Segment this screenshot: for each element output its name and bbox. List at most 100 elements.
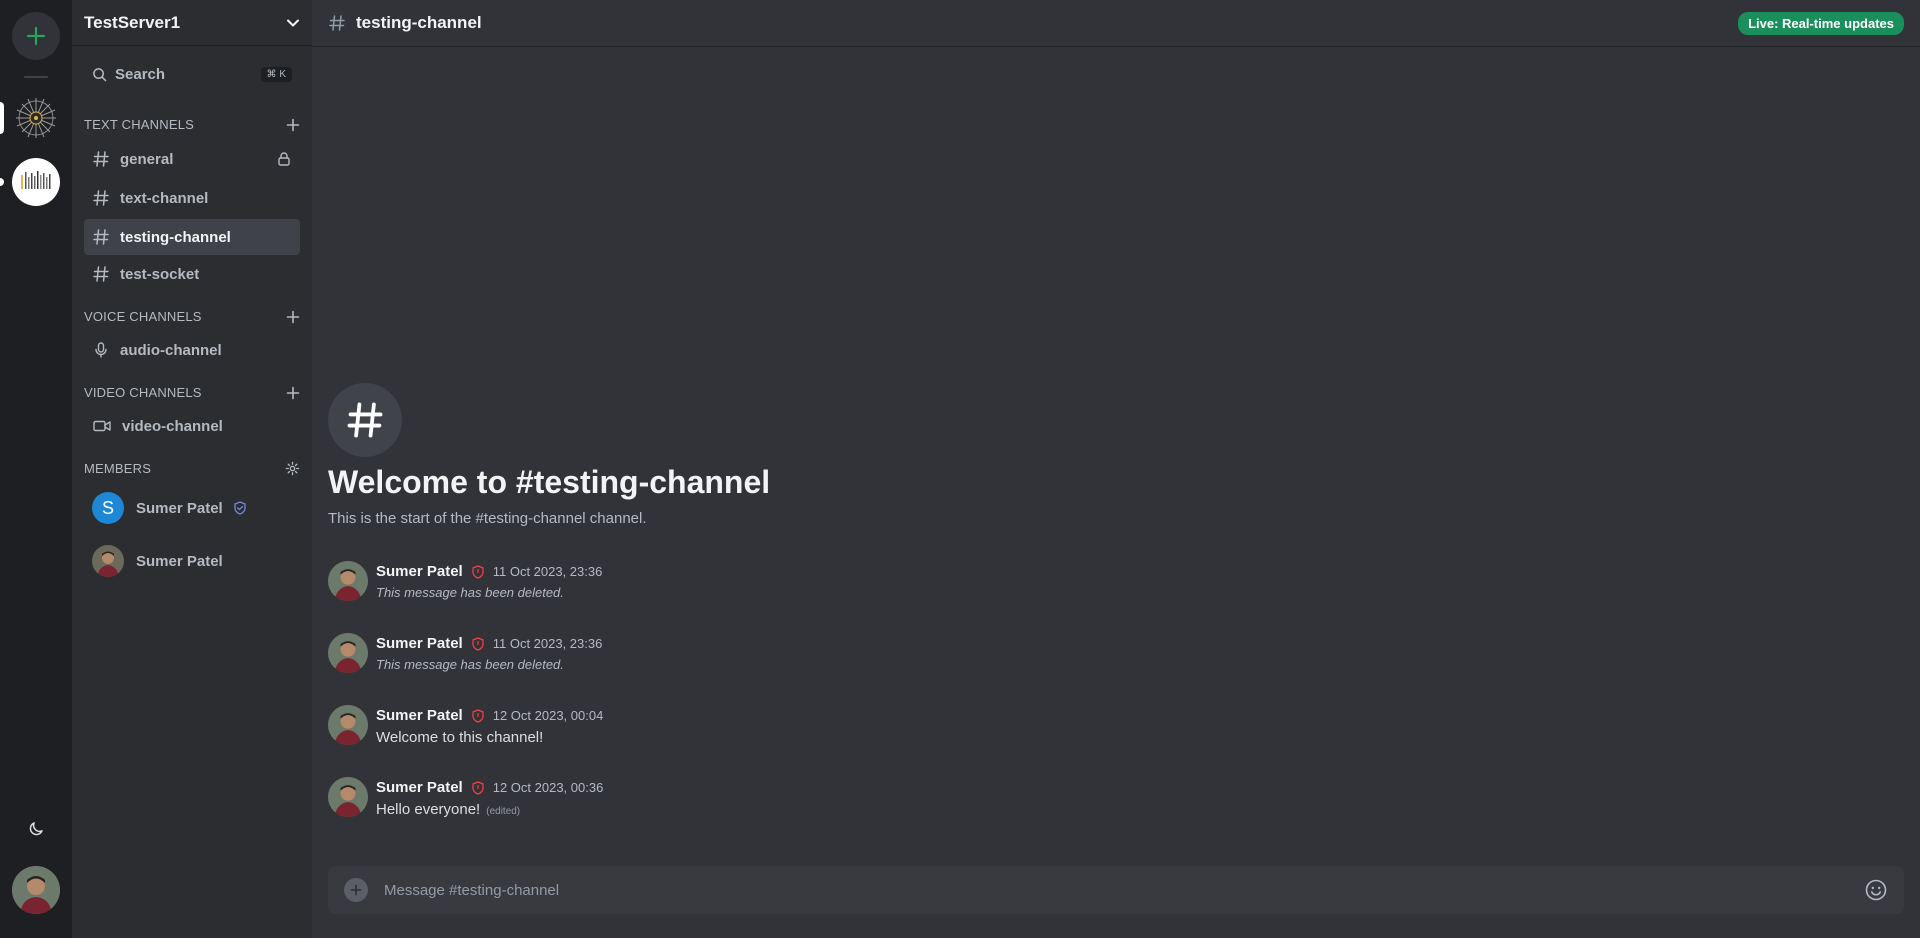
- search-button[interactable]: Search ⌘ K: [84, 60, 300, 88]
- avatar-initial: S: [101, 497, 114, 518]
- message-author[interactable]: Sumer Patel: [376, 563, 463, 580]
- hashtag-icon: [329, 15, 345, 31]
- edited-label: (edited): [486, 806, 521, 817]
- unread-server-indicator: [0, 178, 4, 186]
- channel-item-audio-channel[interactable]: audio-channel: [84, 332, 300, 368]
- avatar[interactable]: [328, 561, 368, 601]
- admin-shield-icon: [472, 708, 484, 723]
- message-content: This message has been deleted.: [376, 657, 564, 672]
- member-item[interactable]: Sumer Patel: [92, 541, 300, 581]
- channel-item-general[interactable]: general: [84, 141, 300, 177]
- voice-channels-header: VOICE CHANNELS: [84, 309, 300, 324]
- server-header[interactable]: TestServer1: [72, 0, 312, 46]
- admin-shield-icon: [472, 780, 484, 795]
- avatar[interactable]: [328, 705, 368, 745]
- message-content: Hello everyone!: [376, 801, 481, 818]
- selected-server-indicator: [0, 102, 4, 134]
- welcome-subtitle: This is the start of the #testing-channe…: [328, 510, 647, 527]
- message-timestamp: 12 Oct 2023, 00:04: [492, 708, 604, 723]
- add-server-button[interactable]: [12, 12, 60, 60]
- hashtag-icon: [93, 229, 109, 245]
- search-shortcut: ⌘ K: [260, 66, 292, 82]
- message-timestamp: 11 Oct 2023, 23:36: [492, 636, 603, 651]
- hashtag-icon: [347, 402, 383, 438]
- attach-button[interactable]: [344, 878, 368, 902]
- avatar[interactable]: [328, 633, 368, 673]
- message-input[interactable]: [384, 881, 1864, 899]
- message-content: Welcome to this channel!: [376, 729, 544, 746]
- search-label: Search: [115, 65, 166, 83]
- channel-name: test-socket: [120, 265, 200, 283]
- channel-item-test-socket[interactable]: test-socket: [84, 256, 300, 292]
- channel-name: testing-channel: [120, 228, 231, 246]
- member-avatar-photo: [92, 545, 124, 577]
- emoji-smile-icon: [1865, 879, 1887, 901]
- server-name: TestServer1: [84, 12, 181, 32]
- channel-title: testing-channel: [356, 13, 482, 32]
- message-item[interactable]: Sumer Patel 12 Oct 2023, 00:04 Welcome t…: [328, 705, 1828, 753]
- microphone-icon: [95, 342, 107, 358]
- user-avatar-photo: [12, 866, 60, 914]
- search-icon: [93, 67, 107, 81]
- message-item[interactable]: Sumer Patel 11 Oct 2023, 23:36 This mess…: [328, 561, 1828, 609]
- message-timestamp: 12 Oct 2023, 00:36: [492, 780, 604, 795]
- rail-separator: [24, 76, 48, 78]
- add-text-channel-icon[interactable]: [286, 118, 300, 132]
- add-voice-channel-icon[interactable]: [286, 310, 300, 324]
- text-channels-label: TEXT CHANNELS: [84, 117, 194, 132]
- server-logo-mandala: [16, 98, 56, 138]
- server-logo-bars: [21, 171, 51, 189]
- shield-check-icon: [234, 501, 246, 515]
- gear-icon[interactable]: [285, 461, 300, 476]
- channel-item-video-channel[interactable]: video-channel: [84, 408, 300, 444]
- author-avatar-photo: [328, 777, 368, 817]
- chat-area: testing-channel Live: Real-time updates …: [312, 0, 1920, 938]
- member-name: Sumer Patel: [136, 499, 223, 517]
- server-rail: [0, 0, 72, 938]
- message-timestamp: 11 Oct 2023, 23:36: [492, 564, 603, 579]
- avatar[interactable]: [328, 777, 368, 817]
- avatar: [92, 545, 124, 577]
- channel-item-testing-channel[interactable]: testing-channel: [84, 219, 300, 255]
- message-content-wrap: Hello everyone! (edited): [376, 801, 520, 818]
- message-author[interactable]: Sumer Patel: [376, 707, 463, 724]
- user-avatar-button[interactable]: [12, 866, 60, 914]
- plus-icon: [350, 884, 362, 896]
- channel-name: general: [120, 150, 174, 168]
- channel-name: audio-channel: [120, 341, 222, 359]
- author-avatar-photo: [328, 633, 368, 673]
- channel-name: text-channel: [120, 189, 209, 207]
- message-author[interactable]: Sumer Patel: [376, 779, 463, 796]
- message-author[interactable]: Sumer Patel: [376, 635, 463, 652]
- hashtag-icon: [93, 266, 109, 282]
- message-content: This message has been deleted.: [376, 585, 564, 600]
- server-icon-1[interactable]: [12, 94, 60, 142]
- avatar: S: [92, 492, 124, 524]
- server-icon-2[interactable]: [12, 158, 60, 206]
- text-channels-header: TEXT CHANNELS: [84, 117, 300, 132]
- add-video-channel-icon[interactable]: [286, 386, 300, 400]
- plus-icon: [26, 26, 46, 46]
- channel-item-text-channel[interactable]: text-channel: [84, 180, 300, 216]
- lock-icon: [278, 152, 290, 166]
- hashtag-icon: [93, 151, 109, 167]
- message-item[interactable]: Sumer Patel 11 Oct 2023, 23:36 This mess…: [328, 633, 1828, 681]
- members-header: MEMBERS: [84, 461, 300, 476]
- live-status-badge: Live: Real-time updates: [1738, 11, 1904, 35]
- hashtag-icon: [93, 190, 109, 206]
- chevron-down-icon[interactable]: [286, 16, 300, 30]
- admin-shield-icon: [472, 564, 484, 579]
- member-name: Sumer Patel: [136, 552, 223, 570]
- channel-header: testing-channel Live: Real-time updates: [312, 0, 1920, 47]
- message-item[interactable]: Sumer Patel 12 Oct 2023, 00:36 Hello eve…: [328, 777, 1828, 825]
- author-avatar-photo: [328, 705, 368, 745]
- author-avatar-photo: [328, 561, 368, 601]
- video-camera-icon: [93, 420, 111, 432]
- video-channels-label: VIDEO CHANNELS: [84, 385, 202, 400]
- theme-toggle-button[interactable]: [12, 805, 60, 853]
- admin-shield-icon: [472, 636, 484, 651]
- emoji-button[interactable]: [1864, 878, 1888, 902]
- member-item[interactable]: S Sumer Patel: [92, 488, 300, 528]
- message-composer: [328, 866, 1904, 914]
- channel-name: video-channel: [122, 417, 223, 435]
